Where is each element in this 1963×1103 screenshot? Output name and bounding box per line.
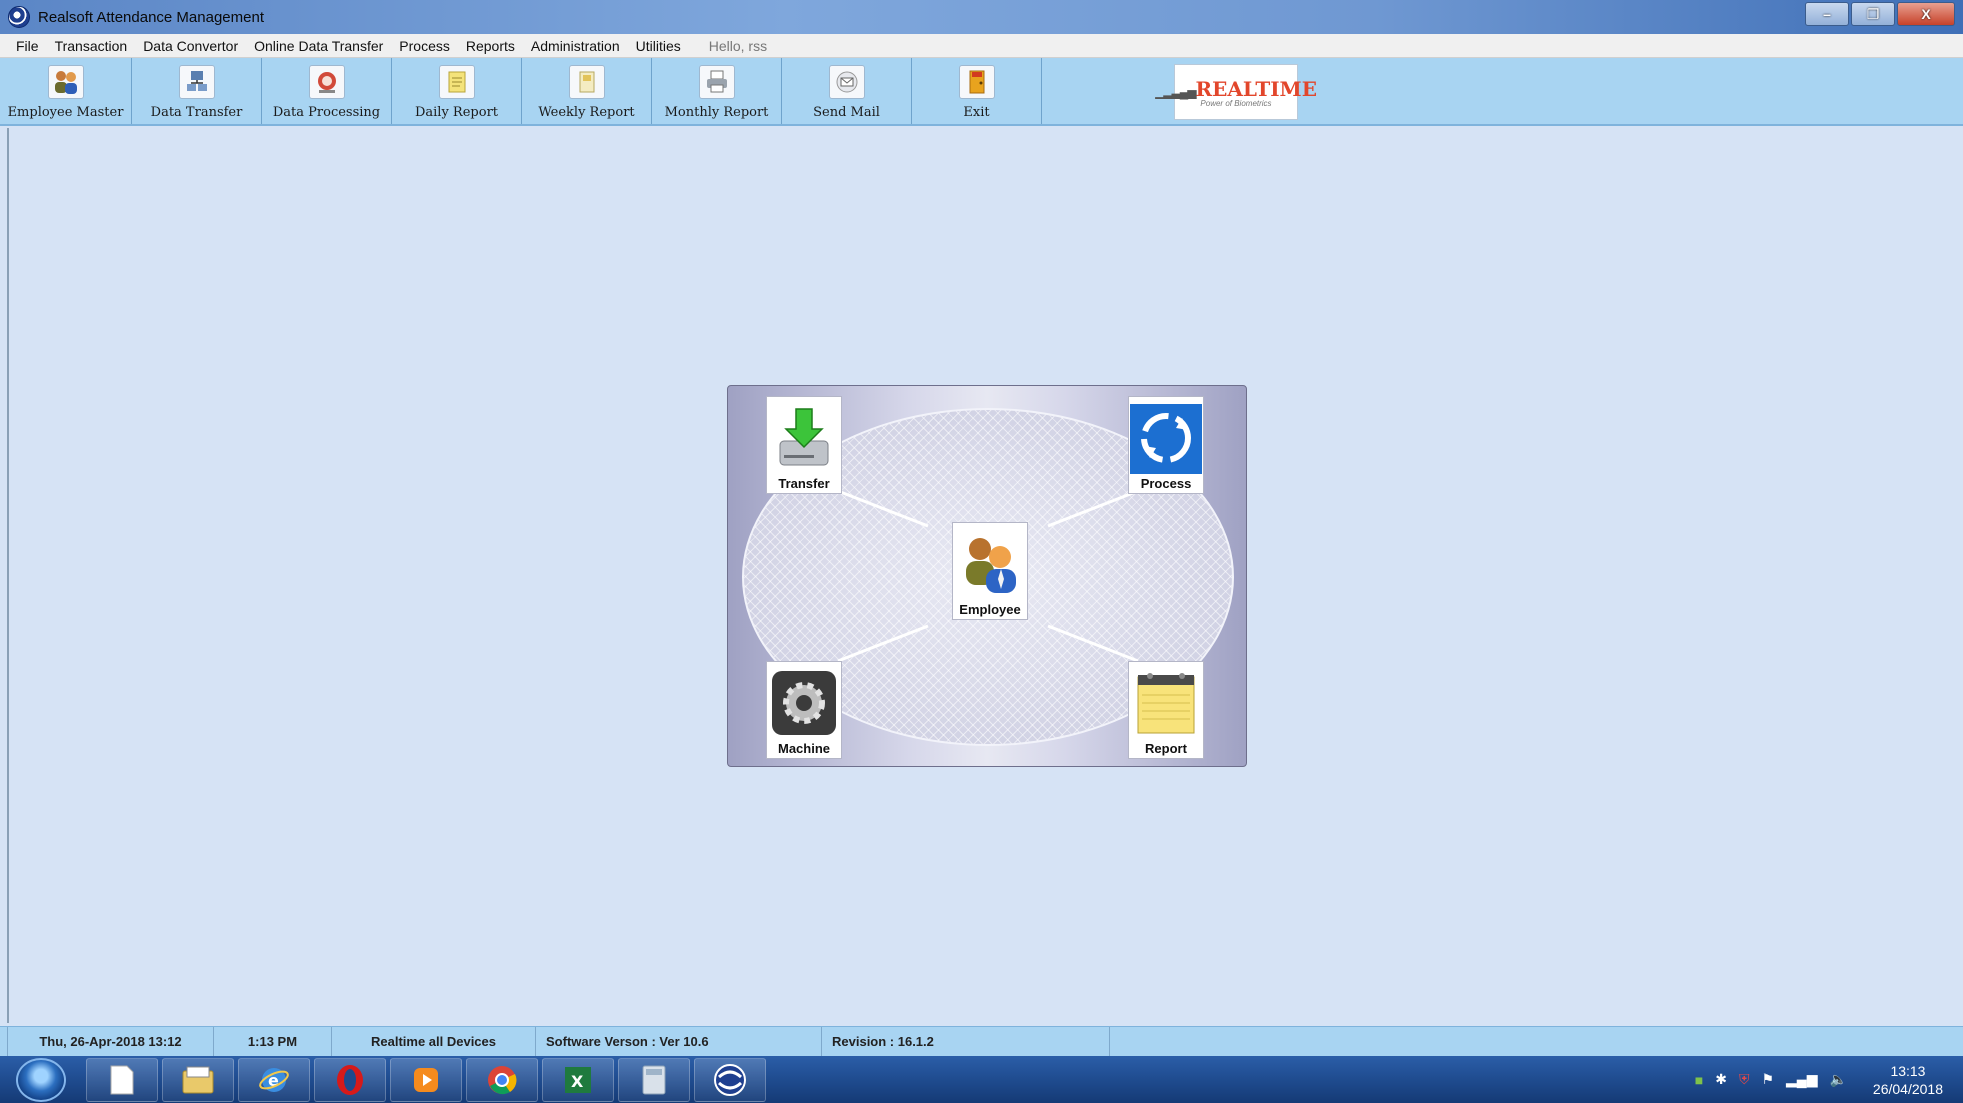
taskbar: e X ■ ✱ ⛨ ⚑ ▂▄▆ 🔈 13:13 26/04/2018 [0,1056,1963,1103]
logo-tagline: Power of Biometrics [1200,98,1272,108]
menu-process[interactable]: Process [391,34,458,58]
toolbar-label: Data Processing [272,105,381,120]
status-spacer [0,1026,8,1057]
title-bar: Realsoft Attendance Management – ❐ X [0,0,1963,34]
toolbar-label: Send Mail [813,105,880,120]
menu-file[interactable]: File [8,34,47,58]
send-mail-button[interactable]: Send Mail [782,58,912,124]
menu-bar: File Transaction Data Convertor Online D… [0,34,1963,58]
logo-text: REALTIME [1195,76,1317,101]
close-button[interactable]: X [1897,2,1955,26]
clock-date: 26/04/2018 [1872,1080,1943,1097]
exit-button[interactable]: Exit [912,58,1042,124]
report-node[interactable]: Report [1128,661,1204,759]
chrome-icon[interactable] [466,1057,538,1102]
restore-button[interactable]: ❐ [1851,2,1895,26]
employees-icon [958,532,1022,596]
status-time: 1:13 PM [214,1026,332,1057]
frame-border [7,128,9,1023]
internet-explorer-icon[interactable]: e [238,1057,310,1102]
menu-administration[interactable]: Administration [523,34,628,58]
toolbar-label: Monthly Report [664,105,769,120]
menu-utilities[interactable]: Utilities [628,34,689,58]
signal-bars-icon: ▁▂▃▄▅ [1155,84,1196,99]
toolbar-label: Exit [963,105,990,120]
toolbar-label: Data Transfer [150,105,243,120]
status-version: Software Verson : Ver 10.6 [536,1026,822,1057]
status-devices: Realtime all Devices [332,1026,536,1057]
transfer-label: Transfer [778,476,830,491]
network-icon [178,65,215,99]
flag-icon[interactable]: ⚑ [1761,1071,1774,1088]
document-icon [568,65,605,99]
clock-time: 13:13 [1890,1062,1926,1079]
exit-door-icon [958,65,995,99]
dashboard-panel: Transfer Process Employee Machine Report [727,385,1247,767]
employee-node[interactable]: Employee [952,522,1028,620]
menu-online-data-transfer[interactable]: Online Data Transfer [246,34,391,58]
toolbar-label: Daily Report [414,105,499,120]
daily-report-button[interactable]: Daily Report [392,58,522,124]
monthly-report-button[interactable]: Monthly Report [652,58,782,124]
shield-icon[interactable]: ⛨ [1739,1071,1750,1088]
toolbar: Employee Master Data Transfer Data Proce… [0,58,1963,126]
svg-text:X: X [571,1072,584,1091]
employee-label: Employee [959,602,1021,617]
menu-transaction[interactable]: Transaction [47,34,136,58]
minimize-button[interactable]: – [1805,2,1849,26]
realtime-logo: ▁▂▃▄▅REALTIME Power of Biometrics [1155,64,1317,120]
transfer-node[interactable]: Transfer [766,396,842,494]
status-revision: Revision : 16.1.2 [822,1026,1110,1057]
notepad-icon [1134,671,1198,735]
refresh-icon [1130,404,1202,474]
envelope-icon [828,65,865,99]
app-logo-icon [8,6,30,28]
data-transfer-button[interactable]: Data Transfer [132,58,262,124]
menu-data-convertor[interactable]: Data Convertor [135,34,246,58]
download-drive-icon [772,406,836,470]
opera-icon[interactable] [314,1057,386,1102]
file-icon[interactable] [86,1057,158,1102]
process-label: Process [1140,476,1192,491]
machine-label: Machine [777,741,830,756]
employee-master-button[interactable]: Employee Master [0,58,132,124]
toolbar-label: Weekly Report [538,105,635,120]
weekly-report-button[interactable]: Weekly Report [522,58,652,124]
processing-icon [308,65,345,99]
system-tray: ■ ✱ ⛨ ⚑ ▂▄▆ 🔈 13:13 26/04/2018 [1695,1056,1943,1103]
window-title: Realsoft Attendance Management [38,8,264,26]
menu-reports[interactable]: Reports [458,34,523,58]
network-signal-icon[interactable]: ▂▄▆ [1786,1071,1817,1088]
gear-icon [772,671,836,735]
machine-node[interactable]: Machine [766,661,842,759]
status-datetime: Thu, 26-Apr-2018 13:12 [8,1026,214,1057]
bluetooth-icon[interactable]: ✱ [1715,1071,1727,1088]
volume-icon[interactable]: 🔈 [1829,1071,1846,1088]
calculator-icon[interactable] [618,1057,690,1102]
clock[interactable]: 13:13 26/04/2018 [1873,1062,1943,1098]
excel-icon[interactable]: X [542,1057,614,1102]
notepad-icon [438,65,475,99]
toolbar-label: Employee Master [7,105,124,120]
nvidia-icon[interactable]: ■ [1695,1072,1703,1088]
user-greeting: Hello, rss [708,37,768,54]
report-label: Report [1145,741,1187,756]
employees-icon [47,65,84,99]
realsoft-icon[interactable] [694,1057,766,1102]
explorer-icon[interactable] [162,1057,234,1102]
status-bar: Thu, 26-Apr-2018 13:12 1:13 PM Realtime … [0,1026,1963,1057]
start-button[interactable] [16,1057,66,1102]
window-controls: – ❐ X [1805,2,1955,26]
media-player-icon[interactable] [390,1057,462,1102]
process-node[interactable]: Process [1128,396,1204,494]
data-processing-button[interactable]: Data Processing [262,58,392,124]
printer-icon [698,65,735,99]
